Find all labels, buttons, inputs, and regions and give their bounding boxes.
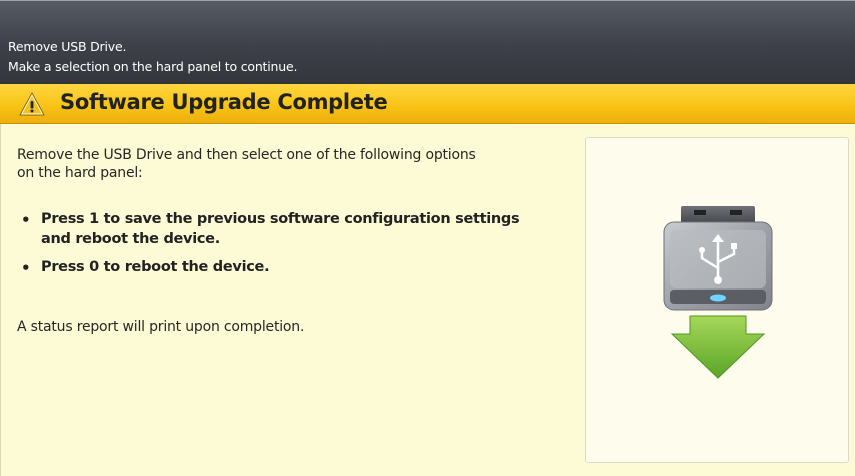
- message-header: Remove USB Drive. Make a selection on th…: [0, 0, 855, 84]
- intro-text-line1: Remove the USB Drive and then select one…: [17, 147, 476, 163]
- intro-text-line2: on the hard panel:: [17, 165, 143, 181]
- dialog-title: Software Upgrade Complete: [60, 90, 388, 114]
- header-message-line2: Make a selection on the hard panel to co…: [8, 59, 298, 74]
- warning-icon: [19, 91, 45, 116]
- bullet-marker: •: [21, 211, 31, 229]
- bullet-marker: •: [21, 259, 31, 277]
- option-2-line1: Press 0 to reboot the device.: [41, 259, 270, 275]
- option-1-line1: Press 1 to save the previous software co…: [41, 211, 520, 227]
- status-report-note: A status report will print upon completi…: [17, 319, 305, 335]
- option-1-line2: and reboot the device.: [41, 231, 220, 247]
- upgrade-complete-screen: Remove USB Drive. Make a selection on th…: [0, 0, 855, 476]
- header-message-line1: Remove USB Drive.: [8, 39, 127, 54]
- dialog-body: Remove the USB Drive and then select one…: [0, 124, 855, 476]
- usb-drive-remove-icon: [663, 206, 773, 379]
- illustration-panel: [585, 137, 849, 463]
- dialog-title-bar: Software Upgrade Complete: [0, 84, 855, 124]
